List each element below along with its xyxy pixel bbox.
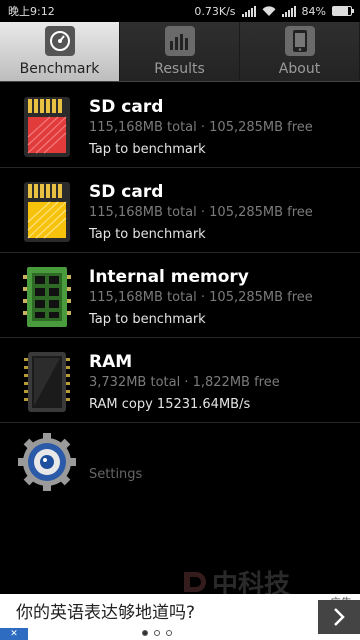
tab-benchmark-label: Benchmark [19,61,100,77]
wifi-icon [262,5,276,16]
sd-card-red-icon [24,97,70,157]
status-bar: 晚上9:12 0.73K/s 84% [0,0,360,22]
item-title: RAM [89,352,133,372]
list-item-sd-card-1[interactable]: SD card 115,168MB total · 105,285MB free… [0,83,360,168]
ad-page-dot[interactable] [166,630,172,636]
speedometer-icon [44,26,75,56]
tab-bar: Benchmark Results About [0,22,360,82]
item-detail: 115,168MB total · 105,285MB free [89,290,313,305]
battery-percent: 84% [301,4,326,18]
ad-banner[interactable]: 你的英语表达够地道吗? 广告 ✕ [0,594,360,640]
tab-benchmark[interactable]: Benchmark [0,22,120,81]
chevron-right-icon [334,608,345,626]
list-item-sd-card-2[interactable]: SD card 115,168MB total · 105,285MB free… [0,168,360,253]
item-detail: 115,168MB total · 105,285MB free [89,120,313,135]
item-action: Tap to benchmark [89,312,206,327]
status-time: 晚上9:12 [8,5,55,18]
item-action: RAM copy 15231.64MB/s [89,397,251,412]
ad-close-icon: ✕ [10,629,18,639]
ad-text[interactable]: 你的英语表达够地道吗? [16,598,195,623]
item-action: Tap to benchmark [89,142,206,157]
list-item-internal-memory[interactable]: Internal memory 115,168MB total · 105,28… [0,253,360,338]
cell-signal-icon [281,5,296,17]
ad-page-dot[interactable] [142,630,148,636]
tab-about-label: About [278,61,321,77]
item-title: SD card [89,97,164,117]
battery-icon [332,6,354,16]
watermark-logo-icon [184,572,206,592]
signal-icon [241,5,256,17]
sd-card-yellow-icon [24,182,70,242]
tab-results[interactable]: Results [120,22,240,81]
ad-page-dot[interactable] [154,630,160,636]
list-item-settings[interactable]: Settings [0,423,360,513]
tab-results-label: Results [154,61,205,77]
list-item-ram[interactable]: RAM 3,732MB total · 1,822MB free RAM cop… [0,338,360,423]
tab-about[interactable]: About [240,22,360,81]
bar-chart-icon [164,26,195,56]
memory-chip-green-icon [23,267,71,327]
item-detail: 115,168MB total · 105,285MB free [89,205,313,220]
ram-chip-icon [24,352,70,412]
item-title: SD card [89,182,164,202]
settings-label: Settings [89,467,143,482]
benchmark-list: SD card 115,168MB total · 105,285MB free… [0,83,360,513]
watermark: 中科技 [180,567,290,600]
phone-icon [284,26,315,56]
gear-icon [18,433,76,491]
ad-page-indicator [142,630,172,636]
item-detail: 3,732MB total · 1,822MB free [89,375,280,390]
item-title: Internal memory [89,267,249,287]
ad-badge[interactable]: ✕ [0,628,28,640]
network-speed: 0.73K/s [194,4,236,18]
item-action: Tap to benchmark [89,227,206,242]
ad-next-button[interactable] [318,600,360,634]
